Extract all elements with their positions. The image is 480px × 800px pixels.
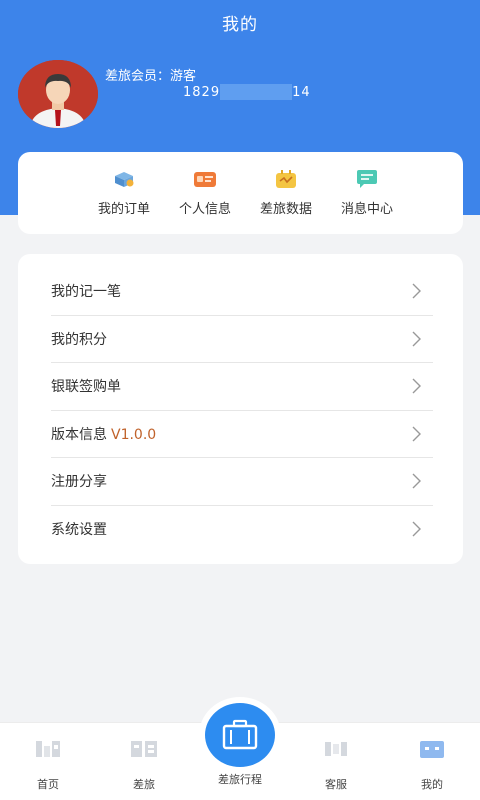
phone-number: 1829 14 [183, 84, 311, 100]
quick-action-travel-data[interactable]: 差旅数据 [246, 152, 327, 234]
quick-action-messages[interactable]: 消息中心 [327, 152, 408, 234]
message-icon [355, 169, 379, 189]
phone-mask [220, 84, 293, 100]
quick-actions-card: 我的订单 个人信息 差旅数据 消息中心 [18, 152, 463, 234]
tab-travel[interactable]: 差旅 [96, 723, 192, 800]
quick-action-label: 消息中心 [340, 202, 393, 217]
quick-action-label: 差旅数据 [259, 202, 312, 217]
home-icon [33, 737, 63, 761]
quick-action-orders[interactable]: 我的订单 [84, 152, 165, 234]
menu-item-label: 银联签购单 [51, 379, 121, 396]
menu-item-label: 系统设置 [51, 522, 107, 539]
profile-icon [417, 737, 447, 761]
phone-suffix: 14 [292, 84, 311, 100]
menu-item-label: 注册分享 [51, 474, 107, 491]
chevron-right-icon [412, 473, 421, 489]
chevron-right-icon [412, 426, 421, 442]
quick-action-profile-info[interactable]: 个人信息 [165, 152, 246, 234]
quick-action-label: 我的订单 [97, 202, 150, 217]
id-card-icon [193, 169, 217, 189]
tab-profile[interactable]: 我的 [384, 723, 480, 800]
member-label: 差旅会员：游客 [105, 69, 197, 84]
tab-customer-service[interactable]: 客服 [288, 723, 384, 800]
phone-prefix: 1829 [183, 84, 221, 100]
tab-label: 我的 [421, 778, 443, 791]
menu-item-register-share[interactable]: 注册分享 [51, 458, 433, 506]
service-icon [321, 737, 351, 761]
tab-label: 差旅 [133, 778, 155, 791]
tab-home[interactable]: 首页 [0, 723, 96, 800]
menu-item-my-points[interactable]: 我的积分 [51, 316, 433, 363]
suitcase-icon [222, 719, 258, 750]
quick-action-label: 个人信息 [178, 202, 231, 217]
avatar[interactable] [18, 60, 98, 128]
menu-item-label: 我的积分 [51, 331, 107, 348]
menu-card: 我的记一笔 我的积分 银联签购单 版本信息 V1.0.0 注册分享 系统设置 [18, 254, 463, 564]
menu-item-unionpay-receipt[interactable]: 银联签购单 [51, 363, 433, 411]
version-label: 版本信息 [51, 426, 107, 443]
menu-item-my-notes[interactable]: 我的记一笔 [51, 268, 433, 316]
version-number: V1.0.0 [111, 426, 157, 443]
menu-item-label: 我的记一笔 [51, 284, 121, 301]
order-icon [112, 169, 136, 189]
tab-label: 客服 [325, 778, 347, 791]
menu-item-label: 版本信息 V1.0.0 [51, 424, 156, 444]
menu-item-version-info[interactable]: 版本信息 V1.0.0 [51, 411, 433, 458]
chevron-right-icon [412, 331, 421, 347]
menu-item-system-settings[interactable]: 系统设置 [51, 506, 433, 554]
travel-icon [129, 737, 159, 761]
chevron-right-icon [412, 378, 421, 394]
user-avatar-icon [18, 60, 98, 128]
tab-label: 差旅行程 [218, 773, 262, 786]
data-icon [274, 169, 298, 189]
chevron-right-icon [412, 521, 421, 537]
tab-label: 首页 [37, 778, 59, 791]
chevron-right-icon [412, 283, 421, 299]
tab-trip-itinerary[interactable] [205, 703, 275, 767]
page-title: 我的 [222, 15, 258, 35]
